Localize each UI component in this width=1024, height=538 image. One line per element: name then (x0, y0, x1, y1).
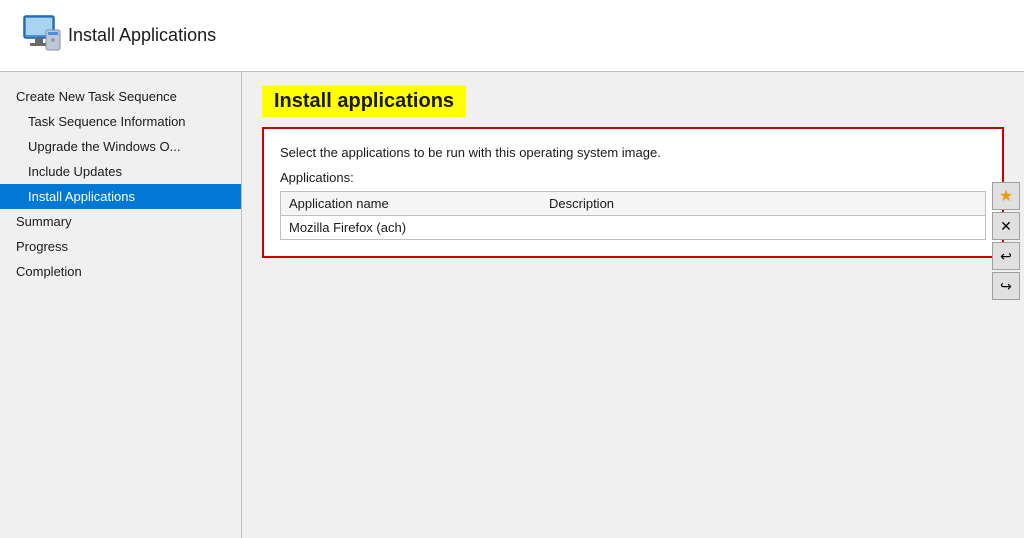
sidebar-item-task-seq-info[interactable]: Task Sequence Information (0, 109, 241, 134)
move-down-button[interactable]: ↪ (992, 272, 1020, 300)
col-header-name: Application name (289, 196, 549, 211)
content-panel: Select the applications to be run with t… (262, 127, 1004, 258)
content-area: ★ ✕ ↩ ↪ Install applications Select the … (242, 72, 1024, 538)
page-title-bar: Install applications (242, 72, 1024, 127)
table-header: Application name Description (281, 192, 985, 216)
app-name-cell: Mozilla Firefox (ach) (289, 220, 549, 235)
star-icon: ★ (999, 186, 1013, 206)
sidebar-item-install-apps[interactable]: Install Applications (0, 184, 241, 209)
sidebar-item-include-updates[interactable]: Include Updates (0, 159, 241, 184)
sidebar-item-completion[interactable]: Completion (0, 259, 241, 284)
main-layout: Create New Task Sequence Task Sequence I… (0, 72, 1024, 538)
panel-description: Select the applications to be run with t… (280, 145, 986, 160)
app-icon (16, 10, 68, 62)
sidebar-item-upgrade-windows[interactable]: Upgrade the Windows O... (0, 134, 241, 159)
remove-button[interactable]: ✕ (992, 212, 1020, 240)
table-row[interactable]: Mozilla Firefox (ach) (281, 216, 985, 239)
applications-label: Applications: (280, 170, 986, 185)
move-up-button[interactable]: ↩ (992, 242, 1020, 270)
applications-table[interactable]: Application name Description Mozilla Fir… (280, 191, 986, 240)
sidebar-item-create-task[interactable]: Create New Task Sequence (0, 84, 241, 109)
page-title: Install applications (262, 86, 466, 117)
col-header-desc: Description (549, 196, 977, 211)
x-icon: ✕ (1000, 218, 1012, 235)
sidebar: Create New Task Sequence Task Sequence I… (0, 72, 242, 538)
sidebar-item-summary[interactable]: Summary (0, 209, 241, 234)
move-up-icon: ↩ (1000, 248, 1012, 265)
header: Install Applications (0, 0, 1024, 72)
sidebar-item-progress[interactable]: Progress (0, 234, 241, 259)
toolbar-right: ★ ✕ ↩ ↪ (992, 182, 1020, 300)
move-down-icon: ↪ (1000, 278, 1012, 295)
app-desc-cell (549, 220, 977, 235)
star-button[interactable]: ★ (992, 182, 1020, 210)
header-title: Install Applications (68, 25, 216, 46)
